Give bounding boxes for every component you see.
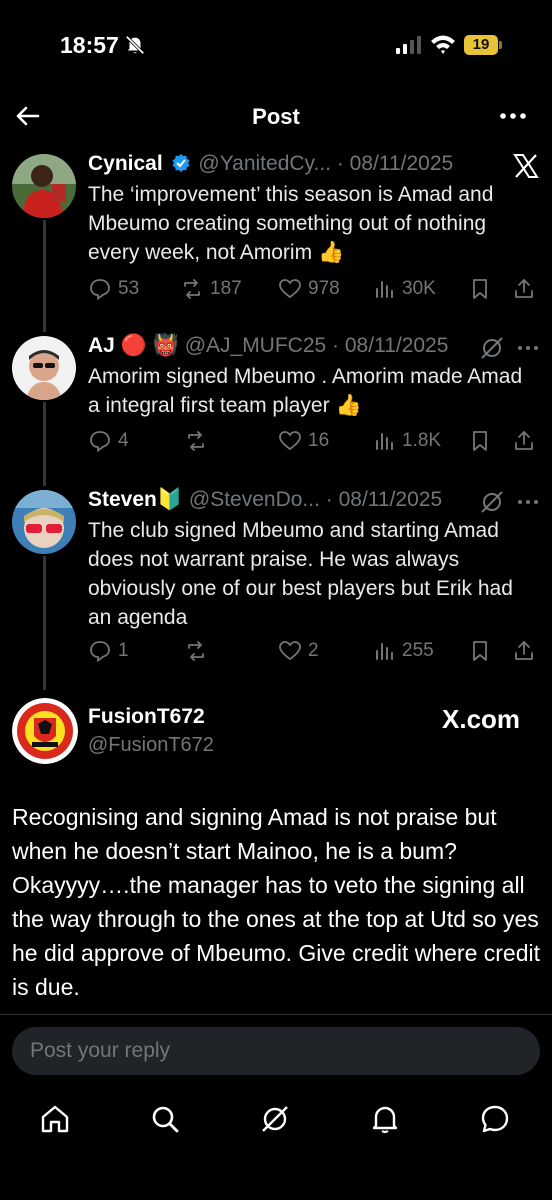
share-icon[interactable] xyxy=(512,277,536,301)
post-date: 08/11/2025 xyxy=(344,334,449,357)
status-bar: 18:57 19 xyxy=(0,0,552,90)
reply-count: 4 xyxy=(118,430,129,451)
views-button[interactable]: 30K xyxy=(372,274,436,304)
status-time: 18:57 xyxy=(60,32,119,58)
x-logo-icon xyxy=(513,154,539,178)
bookmark-icon[interactable] xyxy=(468,639,492,663)
views-icon xyxy=(376,281,393,298)
grok-icon[interactable] xyxy=(478,488,506,516)
repost-icon xyxy=(188,431,204,451)
avatar[interactable] xyxy=(12,336,76,400)
thread-tweet[interactable]: Cynical @YanitedCy... · 08/11/2025 The ‘… xyxy=(0,150,552,310)
bell-off-icon xyxy=(125,35,145,55)
name-emoji: 🔰 xyxy=(156,488,184,511)
post-text: The club signed Mbeumo and starting Amad… xyxy=(88,519,513,629)
grok-icon[interactable] xyxy=(478,334,506,362)
repost-icon xyxy=(184,279,200,299)
thumbs-up-emoji: 👍 xyxy=(335,394,362,417)
action-bar: 1 2 255 xyxy=(88,636,542,666)
repost-button[interactable]: 187 xyxy=(180,274,242,304)
repost-button[interactable] xyxy=(184,426,214,456)
more-options-icon[interactable] xyxy=(514,334,542,362)
source-label: X.com xyxy=(442,704,521,734)
repost-icon xyxy=(188,641,204,661)
battery-level: 19 xyxy=(472,36,490,53)
reply-placeholder: Post your reply xyxy=(30,1039,171,1062)
signal-icon xyxy=(396,36,421,54)
name-emoji: 🔴 👹 xyxy=(120,334,179,357)
wifi-icon xyxy=(431,35,455,54)
reply-button[interactable]: 1 xyxy=(88,636,129,666)
share-icon[interactable] xyxy=(512,639,536,663)
bottom-tab-bar xyxy=(0,1090,552,1150)
heart-icon xyxy=(279,431,301,451)
club-crest-avatar[interactable] xyxy=(12,698,78,764)
repost-button[interactable] xyxy=(184,636,214,666)
bookmark-icon[interactable] xyxy=(468,429,492,453)
author-handle[interactable]: @YanitedCy... xyxy=(198,152,331,175)
messages-icon[interactable] xyxy=(478,1102,512,1136)
like-button[interactable]: 978 xyxy=(278,274,340,304)
reply-count: 53 xyxy=(118,278,140,299)
avatar[interactable] xyxy=(12,490,76,554)
post-date: 08/11/2025 xyxy=(338,488,443,511)
views-count: 30K xyxy=(402,278,436,299)
search-icon[interactable] xyxy=(148,1102,182,1136)
reply-button[interactable]: 53 xyxy=(88,274,139,304)
action-bar: 4 16 1.8K xyxy=(88,426,542,456)
home-icon[interactable] xyxy=(38,1102,72,1136)
notifications-icon[interactable] xyxy=(368,1102,402,1136)
post-date: 08/11/2025 xyxy=(349,152,454,175)
author-handle[interactable]: @FusionT672 xyxy=(88,734,214,757)
author-name[interactable]: AJ xyxy=(88,334,115,357)
page-title: Post xyxy=(252,104,300,129)
reply-icon xyxy=(90,641,110,663)
thread-tweet[interactable]: Steven🔰 @StevenDo... · 08/11/2025 The cl… xyxy=(0,486,552,676)
reply-input[interactable]: Post your reply xyxy=(12,1027,540,1075)
like-button[interactable]: 2 xyxy=(278,636,319,666)
heart-icon xyxy=(279,279,301,299)
heart-icon xyxy=(279,641,301,661)
thread-tweet[interactable]: AJ 🔴 👹 @AJ_MUFC25 · 08/11/2025 Amorim si… xyxy=(0,332,552,462)
avatar[interactable] xyxy=(12,154,76,218)
author-name[interactable]: FusionT672 xyxy=(88,705,205,729)
reply-button[interactable]: 4 xyxy=(88,426,129,456)
grok-icon[interactable] xyxy=(258,1102,292,1136)
views-icon xyxy=(376,433,393,450)
author-name[interactable]: Steven xyxy=(88,488,157,511)
header: Post xyxy=(0,92,552,140)
reply-icon xyxy=(90,431,110,453)
verified-badge-icon xyxy=(172,154,190,172)
author-handle[interactable]: @StevenDo... xyxy=(189,488,320,511)
divider xyxy=(0,1014,552,1015)
views-button[interactable]: 255 xyxy=(372,636,434,666)
repost-count: 187 xyxy=(210,278,242,299)
views-icon xyxy=(376,643,393,660)
reply-icon xyxy=(90,279,110,301)
share-icon[interactable] xyxy=(512,429,536,453)
reply-count: 1 xyxy=(118,640,129,661)
more-options-icon[interactable] xyxy=(514,488,542,516)
post-text: The ‘improvement’ this season is Amad an… xyxy=(88,183,494,264)
battery-indicator: 19 xyxy=(464,35,502,55)
action-bar: 53 187 978 30K xyxy=(88,274,542,304)
author-handle[interactable]: @AJ_MUFC25 xyxy=(185,334,327,357)
views-count: 1.8K xyxy=(402,430,442,451)
thumbs-up-emoji: 👍 xyxy=(317,241,345,264)
like-count: 2 xyxy=(308,640,319,661)
views-count: 255 xyxy=(402,640,434,661)
main-post-text: Recognising and signing Amad is not prai… xyxy=(12,804,540,1000)
like-button[interactable]: 16 xyxy=(278,426,329,456)
more-options-icon[interactable] xyxy=(498,102,528,130)
post-text: Amorim signed Mbeumo . Amorim made Amad … xyxy=(88,365,523,417)
views-button[interactable]: 1.8K xyxy=(372,426,441,456)
bookmark-icon[interactable] xyxy=(468,277,492,301)
like-count: 16 xyxy=(308,430,330,451)
author-name[interactable]: Cynical xyxy=(88,152,163,175)
like-count: 978 xyxy=(308,278,340,299)
